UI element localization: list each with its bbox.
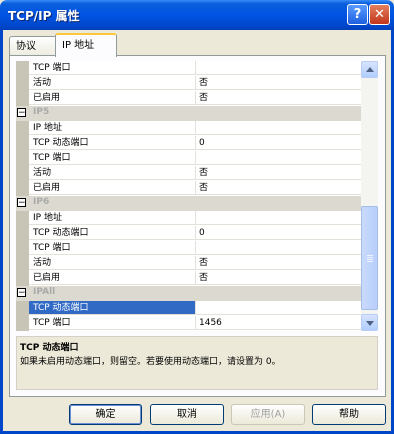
- property-name: IP 地址: [29, 121, 196, 135]
- tab-ip-addresses[interactable]: IP 地址: [55, 33, 117, 57]
- property-name: 已启用: [29, 91, 196, 105]
- category-label: IP5: [33, 107, 50, 117]
- row-gutter: −: [16, 286, 29, 301]
- property-row[interactable]: 活动否: [16, 256, 361, 271]
- row-gutter: −: [16, 106, 29, 121]
- property-name: IP 地址: [29, 211, 196, 225]
- window-title: TCP/IP 属性: [8, 9, 80, 23]
- collapse-icon[interactable]: −: [17, 288, 26, 298]
- scroll-up-button[interactable]: [361, 61, 378, 78]
- category-row[interactable]: − IP5: [16, 106, 361, 121]
- row-gutter: [16, 76, 29, 91]
- row-gutter: [16, 151, 29, 166]
- chevron-down-icon: [366, 321, 374, 326]
- help-button[interactable]: 帮助: [312, 404, 386, 425]
- row-gutter: [16, 166, 29, 181]
- property-value[interactable]: [196, 151, 361, 165]
- property-name: 活动: [29, 76, 196, 90]
- property-name: 活动: [29, 166, 196, 180]
- row-gutter: [16, 241, 29, 256]
- row-gutter: [16, 256, 29, 271]
- row-gutter: −: [16, 196, 29, 211]
- property-row[interactable]: TCP 端口: [16, 151, 361, 166]
- category-label: IPAll: [33, 287, 56, 297]
- scroll-down-button[interactable]: [361, 314, 378, 331]
- property-row[interactable]: 活动否: [16, 76, 361, 91]
- row-gutter: [16, 61, 29, 76]
- scroll-thumb[interactable]: [361, 206, 378, 310]
- property-row[interactable]: 已启用否: [16, 181, 361, 196]
- property-name: 已启用: [29, 271, 196, 285]
- property-value[interactable]: 否: [196, 181, 361, 195]
- description-title: TCP 动态端口: [20, 343, 79, 353]
- collapse-icon[interactable]: −: [17, 198, 26, 208]
- help-icon[interactable]: ?: [347, 4, 368, 25]
- apply-button[interactable]: 应用(A): [231, 404, 305, 425]
- ok-button[interactable]: 确定: [69, 404, 142, 425]
- property-row[interactable]: TCP 动态端口 0: [16, 226, 361, 241]
- row-gutter: [16, 301, 29, 316]
- row-gutter: [16, 121, 29, 136]
- cancel-button[interactable]: 取消: [150, 404, 224, 425]
- property-grid[interactable]: TCP 端口 活动否已启用否 − IP5 IP 地址 TCP 动态端口 0 TCP 端口 活动否…: [16, 61, 361, 331]
- property-name: TCP 端口: [29, 61, 196, 75]
- property-value[interactable]: 0: [196, 226, 361, 240]
- row-gutter: [16, 316, 29, 331]
- property-name: TCP 端口: [29, 241, 196, 255]
- chevron-up-icon: [366, 67, 374, 72]
- property-name: 活动: [29, 256, 196, 270]
- property-value[interactable]: 0: [196, 136, 361, 150]
- property-name: TCP 动态端口: [29, 301, 196, 315]
- property-row[interactable]: 活动否: [16, 166, 361, 181]
- property-name: TCP 动态端口: [29, 136, 196, 150]
- category-label: IP6: [33, 197, 50, 207]
- property-value[interactable]: [196, 301, 361, 315]
- collapse-icon[interactable]: −: [17, 108, 26, 118]
- property-name: TCP 端口: [29, 151, 196, 165]
- property-row[interactable]: 已启用否: [16, 91, 361, 106]
- row-gutter: [16, 136, 29, 151]
- tab-protocol[interactable]: 协议: [9, 36, 61, 56]
- property-row[interactable]: TCP 动态端口: [16, 301, 361, 316]
- property-value[interactable]: 否: [196, 91, 361, 105]
- close-icon[interactable]: ✕: [369, 4, 390, 25]
- property-row[interactable]: 已启用否: [16, 271, 361, 286]
- vertical-scrollbar[interactable]: [361, 61, 378, 331]
- row-gutter: [16, 181, 29, 196]
- row-gutter: [16, 271, 29, 286]
- property-value[interactable]: 否: [196, 76, 361, 90]
- title-bar[interactable]: TCP/IP 属性 ? ✕: [0, 0, 394, 30]
- property-value[interactable]: [196, 61, 361, 75]
- description-text: 如果未启用动态端口，则留空。若要使用动态端口，请设置为 0。: [20, 357, 281, 367]
- property-name: TCP 动态端口: [29, 226, 196, 240]
- row-gutter: [16, 226, 29, 241]
- property-value[interactable]: 否: [196, 271, 361, 285]
- property-value[interactable]: 否: [196, 166, 361, 180]
- property-name: 已启用: [29, 181, 196, 195]
- property-name: TCP 端口: [29, 316, 196, 330]
- property-value[interactable]: [196, 121, 361, 135]
- property-value[interactable]: [196, 211, 361, 225]
- property-value[interactable]: 1456: [196, 316, 361, 330]
- property-row[interactable]: IP 地址: [16, 211, 361, 226]
- property-row[interactable]: TCP 动态端口 0: [16, 136, 361, 151]
- category-row[interactable]: − IPAll: [16, 286, 361, 301]
- property-row[interactable]: TCP 端口 1456: [16, 316, 361, 331]
- property-value[interactable]: 否: [196, 256, 361, 270]
- property-value[interactable]: [196, 241, 361, 255]
- row-gutter: [16, 91, 29, 106]
- category-row[interactable]: − IP6: [16, 196, 361, 211]
- property-row[interactable]: TCP 端口: [16, 61, 361, 76]
- description-pane: TCP 动态端口 如果未启用动态端口，则留空。若要使用动态端口，请设置为 0。: [16, 336, 378, 390]
- row-gutter: [16, 211, 29, 226]
- property-row[interactable]: IP 地址: [16, 121, 361, 136]
- property-row[interactable]: TCP 端口: [16, 241, 361, 256]
